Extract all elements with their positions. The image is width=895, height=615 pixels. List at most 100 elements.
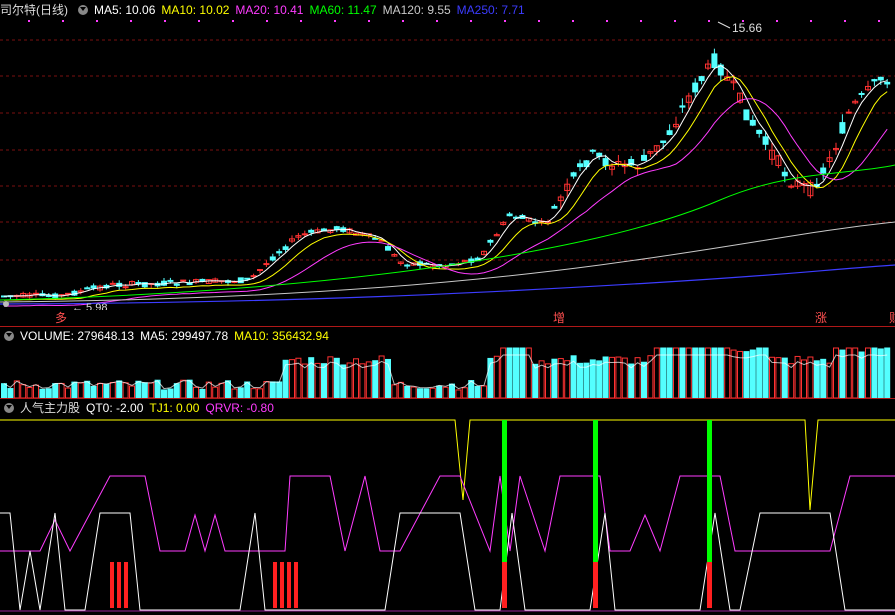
candle-body [282, 246, 289, 250]
volume-bar [557, 358, 564, 398]
tj1-line [0, 419, 895, 511]
volume-bar [461, 387, 468, 398]
volume-bar [775, 357, 782, 398]
marker-dot [708, 20, 710, 22]
candle-body [692, 82, 699, 93]
red-signal-bar [110, 562, 114, 608]
high-price-label: 15.66 [732, 21, 762, 35]
volume-bar [218, 382, 225, 398]
volume-bar [737, 350, 743, 398]
volume-bar [257, 388, 263, 398]
volume-bar [39, 388, 46, 398]
candle-body [743, 109, 750, 121]
marker-dot [266, 20, 268, 22]
volume-bar [269, 381, 276, 398]
candle-body [551, 205, 558, 209]
marker-dot [164, 20, 166, 22]
collapse-icon[interactable] [4, 403, 14, 413]
volume-bar [429, 387, 436, 398]
volume-bar [365, 361, 372, 398]
candle-body [877, 76, 884, 81]
volume-bar [135, 380, 142, 398]
green-signal-bar [502, 420, 507, 562]
candle-body [641, 154, 647, 161]
candle-body [237, 277, 244, 284]
ma-label-0: MA5: 10.06 [94, 3, 156, 17]
candle-body [404, 264, 411, 267]
volume-bar [391, 384, 398, 398]
volume-bar [84, 380, 91, 398]
low-price-label: ← 5.98 [72, 302, 107, 310]
price-chart[interactable]: 15.66 ← 5.98 [0, 0, 895, 310]
candle-body [244, 277, 251, 280]
red-signal-bar [124, 562, 128, 608]
red-signal-bar [280, 562, 284, 608]
volume-bar [826, 362, 833, 398]
volume-label-2: MA10: 356432.94 [234, 329, 329, 343]
volume-bar [474, 385, 481, 398]
candle-body [487, 239, 494, 243]
marker-dot [810, 20, 812, 22]
volume-bar [442, 386, 449, 398]
volume-bar [250, 388, 257, 398]
ma-label-5: MA250: 7.71 [456, 3, 525, 17]
red-signal-bar [707, 562, 712, 608]
candle-body [845, 111, 852, 114]
red-signal-bar [287, 562, 291, 608]
red-signal-bar [117, 562, 121, 608]
marker-dot [674, 20, 676, 22]
marker-dot [504, 20, 506, 22]
volume-bar [788, 363, 795, 398]
candle-body [711, 53, 718, 69]
ma20-line [3, 98, 888, 307]
volume-bar [193, 386, 199, 398]
candle-body [506, 213, 513, 217]
volume-bar [839, 349, 846, 398]
signal-char-0: 多 [55, 311, 68, 325]
volume-bar [346, 362, 353, 398]
volume-header: VOLUME: 279648.13 MA5: 299497.78 MA10: 356… [0, 328, 341, 344]
volume-bar [417, 388, 423, 398]
volume-label-1: MA5: 299497.78 [140, 329, 229, 343]
candle-body [589, 149, 596, 152]
marker-dot [436, 20, 438, 22]
volume-bar [129, 385, 135, 398]
volume-bar [167, 388, 174, 398]
red-signal-bar [294, 562, 298, 608]
marker-dot [776, 20, 778, 22]
volume-bar [276, 381, 283, 398]
volume-bar [180, 379, 187, 398]
candle-body [122, 286, 129, 289]
candle-body [762, 136, 769, 145]
panel-divider [0, 326, 895, 327]
volume-bar [33, 384, 39, 398]
marker-dot [28, 20, 30, 22]
volume-bar [404, 385, 411, 398]
volume-bar [641, 361, 647, 398]
candle-body [781, 171, 788, 177]
marker-dot [198, 20, 200, 22]
ma-label-4: MA120: 9.55 [382, 3, 451, 17]
volume-bar [545, 363, 551, 398]
marker-dot [470, 20, 472, 22]
indicator-chart[interactable] [0, 400, 895, 615]
candle-body [90, 285, 97, 289]
candle-body [698, 76, 705, 82]
volume-bar [244, 381, 251, 398]
collapse-icon[interactable] [4, 331, 14, 341]
high-arrow [717, 21, 731, 29]
volume-bar [116, 380, 123, 398]
collapse-icon[interactable] [78, 5, 88, 15]
volume-bar [877, 348, 884, 398]
candle-body [180, 279, 187, 282]
candle-body [602, 158, 609, 167]
volume-bar [148, 382, 155, 398]
candle-body [839, 122, 846, 134]
candle-body [666, 130, 673, 136]
qt0-line [0, 512, 895, 611]
ma60-line [0, 164, 895, 301]
volume-bar [141, 382, 148, 398]
volume-bar [858, 351, 865, 398]
signal-char-3: 财 [889, 312, 895, 324]
volume-bar [596, 360, 603, 398]
